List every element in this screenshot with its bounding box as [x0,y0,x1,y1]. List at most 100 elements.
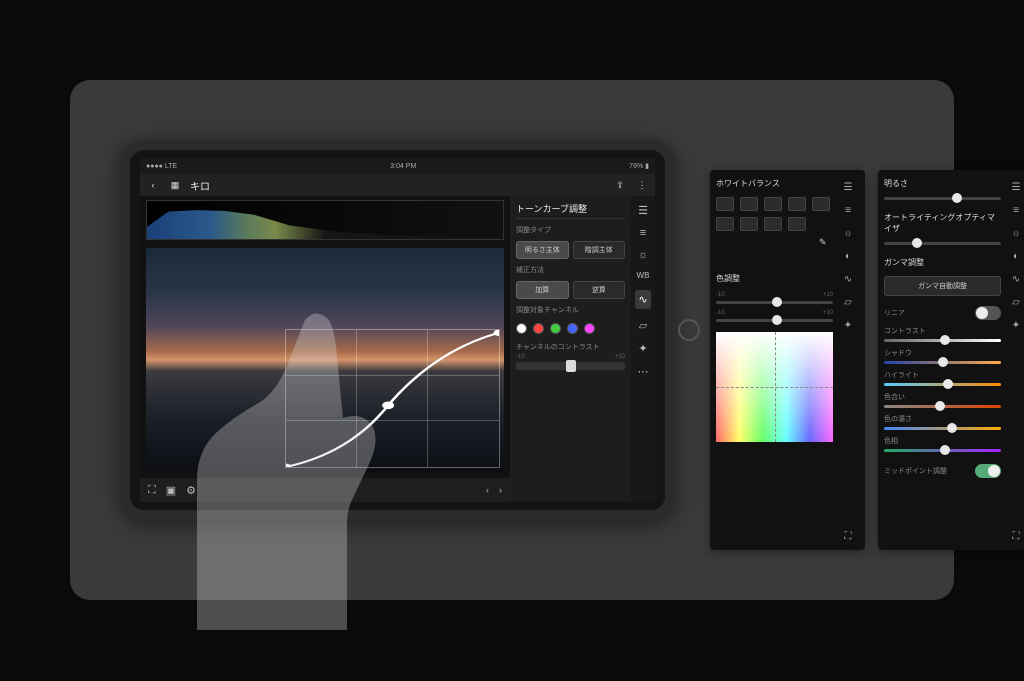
contrast-slider[interactable] [884,339,1001,342]
sliders-icon[interactable]: ≡ [845,205,851,216]
wb-presets [716,197,833,231]
wb-icon[interactable]: ◐ [1013,251,1019,262]
wb-preset-3[interactable] [764,197,782,211]
crop-icon[interactable]: ▱ [639,319,647,332]
fit-icon[interactable]: ⛶ [148,484,156,497]
panel-title: トーンカーブ調整 [516,202,625,219]
expand-icon[interactable]: ⛶ [845,531,852,542]
shadow-slider[interactable] [884,361,1001,364]
wb-preset-5[interactable] [812,197,830,211]
wb-icon[interactable]: WB [637,271,650,280]
home-button[interactable] [678,319,700,341]
channel-b[interactable] [567,323,578,334]
adjust-type-opt-1[interactable]: 明るさ主体 [516,241,569,259]
linear-label: リニア [884,308,905,318]
midpoint-label: ミッドポイント調整 [884,466,947,476]
brightness-slider[interactable] [884,197,1001,200]
hue-slider[interactable] [884,405,1001,408]
wb-preset-8[interactable] [764,217,782,231]
share-icon[interactable]: ⇪ [613,178,627,192]
more-tools-icon[interactable]: ⋯ [638,365,649,378]
curve-icon[interactable]: ∿ [635,290,650,309]
crop-icon[interactable]: ▱ [1012,297,1020,308]
prev-icon[interactable]: ‹ [486,485,489,495]
expand-icon[interactable]: ⛶ [1013,531,1020,542]
brightness-title: 明るさ [884,178,1001,191]
gear-icon[interactable]: ⚙ [186,484,196,497]
grid-icon[interactable]: ▦ [168,178,182,192]
contrast-label: チャンネルのコントラスト [516,342,625,352]
white-balance-panel: ホワイトバランス ✎ 色調整 -10 +10 [710,170,865,550]
promo-stage: ●●●● LTE 3:04 PM 76% ▮ ‹ ▦ キロ ⇪ ⋮ [70,80,954,600]
next-icon[interactable]: › [499,485,502,495]
color-tint-slider[interactable] [716,319,833,322]
fx-icon[interactable]: ✦ [1012,320,1020,331]
wb-preset-4[interactable] [788,197,806,211]
hue2-slider[interactable] [884,449,1001,452]
fx-icon[interactable]: ✦ [638,342,647,355]
wb-preset-1[interactable] [716,197,734,211]
fx-icon[interactable]: ✦ [844,320,852,331]
highlight-label: ハイライト [884,370,1001,380]
photo-canvas[interactable] [146,248,504,472]
ipad-device: ●●●● LTE 3:04 PM 76% ▮ ‹ ▦ キロ ⇪ ⋮ [120,140,675,520]
canvas-column: ⛶ ▣ ⚙ ‹ › [140,196,510,502]
channel-g[interactable] [550,323,561,334]
channel-r[interactable] [533,323,544,334]
tone-curve-panel: トーンカーブ調整 調整タイプ 明るさ主体 階調主体 補正方法 加算 逆算 調整対… [510,196,655,502]
status-bar: ●●●● LTE 3:04 PM 76% ▮ [140,158,655,174]
wb-preset-2[interactable] [740,197,758,211]
back-icon[interactable]: ‹ [146,178,160,192]
gamma-title: ガンマ調整 [884,257,1001,270]
channel-dots [516,321,625,336]
sliders-icon[interactable]: ≡ [640,227,646,239]
highlight-slider[interactable] [884,383,1001,386]
channel-m[interactable] [584,323,595,334]
wb-preset-9[interactable] [788,217,806,231]
saturation-slider[interactable] [884,427,1001,430]
histogram[interactable] [146,200,504,240]
sun-icon[interactable]: ☼ [843,228,852,239]
method-opt-1[interactable]: 加算 [516,281,569,299]
wb-preset-7[interactable] [740,217,758,231]
adjust-type-label: 調整タイプ [516,225,625,235]
contrast-slider[interactable] [516,362,625,370]
histogram-icon[interactable]: ☰ [1012,182,1021,193]
histogram-icon[interactable]: ☰ [638,204,648,217]
brightness-panel: 明るさ オートライティングオプティマイザ ガンマ調整 ガンマ自動調整 リニア コ… [878,170,1024,550]
linear-toggle[interactable] [975,306,1001,320]
alo-slider[interactable] [884,242,1001,245]
curve-icon[interactable]: ∿ [844,274,852,285]
color-temp-slider[interactable] [716,301,833,304]
channel-label: 調整対象チャンネル [516,305,625,315]
file-title: キロ [190,178,210,193]
histogram-icon[interactable]: ☰ [844,182,853,193]
eyedropper-icon[interactable]: ✎ [819,237,833,251]
midpoint-toggle[interactable] [975,464,1001,478]
sun-icon[interactable]: ☼ [1011,228,1020,239]
color-field[interactable] [716,332,833,442]
crop-icon[interactable]: ▱ [844,297,852,308]
channel-rgb[interactable] [516,323,527,334]
method-opt-2[interactable]: 逆算 [573,281,626,299]
sun-icon[interactable]: ☼ [638,249,648,261]
wb-preset-6[interactable] [716,217,734,231]
curve-icon[interactable]: ∿ [1012,274,1020,285]
status-time: 3:04 PM [390,163,416,170]
hue-label: 色合い [884,392,1001,402]
tool-rail: ☰ ≡ ☼ WB ∿ ▱ ✦ ⋯ [631,196,655,502]
status-battery: 76% ▮ [629,162,649,170]
method-label: 補正方法 [516,265,625,275]
camera-icon[interactable]: ▣ [166,484,176,497]
adjust-type-opt-2[interactable]: 階調主体 [573,241,626,259]
alo-title: オートライティングオプティマイザ [884,212,1001,236]
status-left: ●●●● LTE [146,163,177,170]
app-screen: ●●●● LTE 3:04 PM 76% ▮ ‹ ▦ キロ ⇪ ⋮ [140,158,655,502]
saturation-label: 色の濃さ [884,414,1001,424]
sliders-icon[interactable]: ≡ [1013,205,1019,216]
more-icon[interactable]: ⋮ [635,178,649,192]
top-toolbar: ‹ ▦ キロ ⇪ ⋮ [140,174,655,196]
tone-curve-grid[interactable] [285,329,500,468]
wb-icon[interactable]: ◐ [845,251,851,262]
gamma-auto-button[interactable]: ガンマ自動調整 [884,276,1001,296]
